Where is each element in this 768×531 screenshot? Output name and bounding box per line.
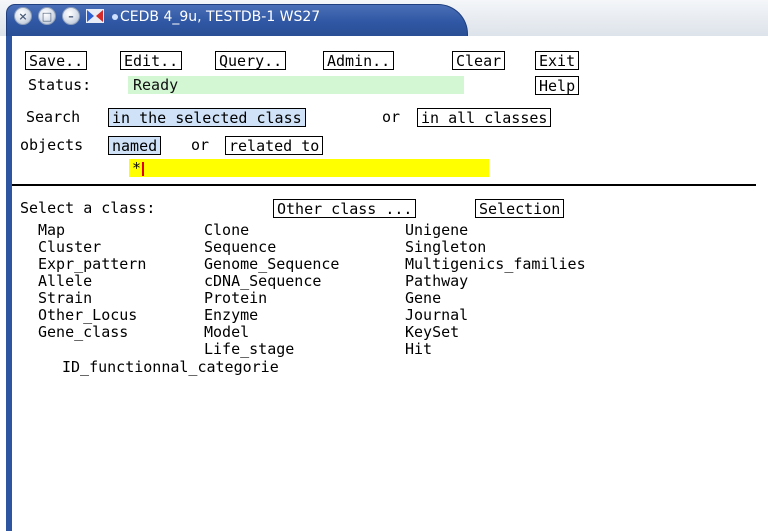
- clear-button[interactable]: Clear: [452, 51, 506, 70]
- maximize-glyph: □: [41, 9, 53, 23]
- minimize-icon[interactable]: –: [62, 7, 80, 25]
- class-item-gene-class[interactable]: Gene_class: [38, 324, 128, 341]
- select-class-label: Select a class:: [20, 199, 156, 217]
- search-or-label: or: [382, 108, 401, 126]
- title-bar: × □ – CEDB 4_9u, TESTDB-1 WS27: [0, 0, 768, 36]
- selection-button[interactable]: Selection: [475, 199, 565, 218]
- class-item-keyset[interactable]: KeySet: [405, 324, 459, 341]
- class-item-multigenics-families[interactable]: Multigenics_families: [405, 256, 586, 273]
- maximize-icon[interactable]: □: [38, 7, 56, 25]
- search-label: Search: [26, 108, 81, 126]
- class-item-sequence[interactable]: Sequence: [204, 239, 276, 256]
- app-icon: [86, 9, 104, 23]
- exit-button[interactable]: Exit: [535, 51, 580, 70]
- class-item-cluster[interactable]: Cluster: [38, 239, 101, 256]
- query-input[interactable]: *: [129, 159, 489, 177]
- query-value: *: [132, 159, 142, 177]
- window-title: CEDB 4_9u, TESTDB-1 WS27: [112, 6, 320, 28]
- other-class-button[interactable]: Other class ...: [273, 199, 417, 218]
- scope-all-classes-button[interactable]: in all classes: [417, 108, 552, 127]
- class-item-pathway[interactable]: Pathway: [405, 273, 468, 290]
- window-title-text: CEDB 4_9u, TESTDB-1 WS27: [120, 9, 321, 25]
- class-item-map[interactable]: Map: [38, 222, 65, 239]
- class-item-hit[interactable]: Hit: [405, 341, 432, 358]
- class-item-genome-sequence[interactable]: Genome_Sequence: [204, 256, 339, 273]
- minimize-glyph: –: [68, 9, 74, 23]
- query-button[interactable]: Query..: [215, 51, 287, 70]
- class-item-cdna-sequence[interactable]: cDNA_Sequence: [204, 273, 321, 290]
- objects-label: objects: [20, 136, 84, 154]
- class-item-id-functionnal-categorie[interactable]: ID_functionnal_categorie: [62, 359, 279, 376]
- mode-or-label: or: [191, 136, 210, 154]
- title-dot-icon: [112, 14, 118, 20]
- scope-selected-class-button[interactable]: in the selected class: [108, 108, 306, 127]
- edit-button[interactable]: Edit..: [120, 51, 183, 70]
- text-cursor: [142, 161, 145, 176]
- save-button[interactable]: Save..: [25, 51, 88, 70]
- panel-divider: [12, 184, 756, 186]
- admin-button[interactable]: Admin..: [323, 51, 395, 70]
- class-item-protein[interactable]: Protein: [204, 290, 267, 307]
- class-item-other-locus[interactable]: Other_Locus: [38, 307, 137, 324]
- mode-named-button[interactable]: named: [108, 136, 162, 155]
- class-item-clone[interactable]: Clone: [204, 222, 249, 239]
- help-button[interactable]: Help: [535, 76, 580, 95]
- class-item-strain[interactable]: Strain: [38, 290, 92, 307]
- class-item-allele[interactable]: Allele: [38, 273, 92, 290]
- class-item-model[interactable]: Model: [204, 324, 249, 341]
- status-label: Status:: [28, 76, 92, 94]
- mode-related-to-button[interactable]: related to: [225, 136, 324, 155]
- class-item-life-stage[interactable]: Life_stage: [204, 341, 294, 358]
- class-item-journal[interactable]: Journal: [405, 307, 468, 324]
- class-item-gene[interactable]: Gene: [405, 290, 441, 307]
- class-item-expr-pattern[interactable]: Expr_pattern: [38, 256, 146, 273]
- close-icon[interactable]: ×: [14, 7, 32, 25]
- class-item-enzyme[interactable]: Enzyme: [204, 307, 258, 324]
- window-frame-right: [756, 36, 768, 531]
- close-glyph: ×: [18, 9, 28, 23]
- class-item-unigene[interactable]: Unigene: [405, 222, 468, 239]
- status-value: Ready: [128, 76, 464, 94]
- class-item-singleton[interactable]: Singleton: [405, 239, 486, 256]
